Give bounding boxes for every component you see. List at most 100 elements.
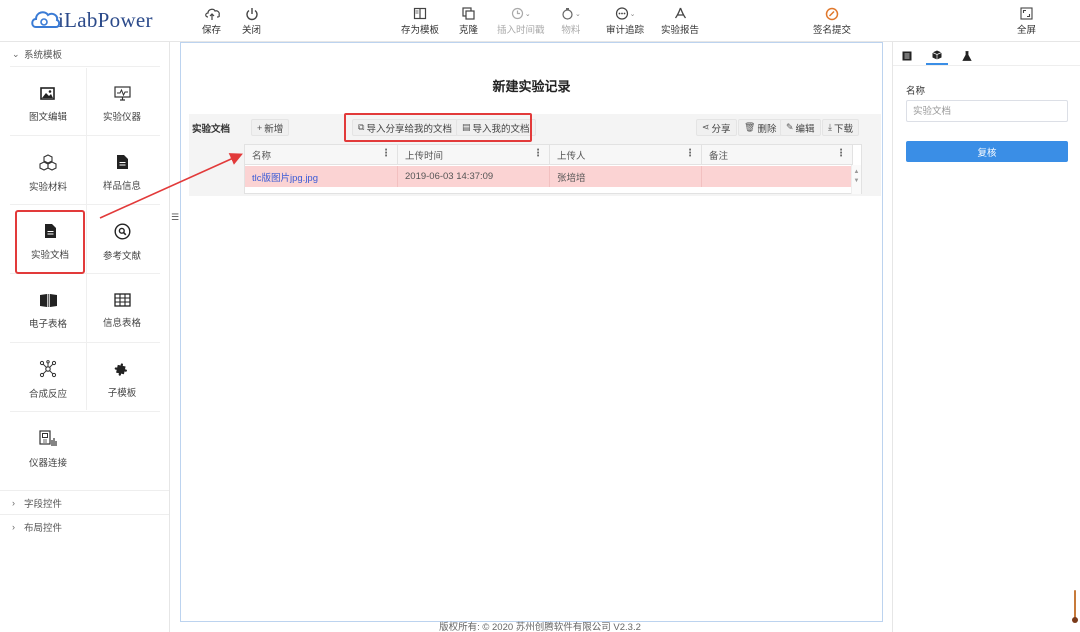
experiment-document-block: 实验文档 + 新增 ⧉ 导入分享给我的文档 ▤ 导入我的文档 ⋖ 分享 🗑 删除 ✎ 编辑 (189, 113, 881, 196)
tile-label: 样品信息 (102, 181, 141, 192)
audit-trail-button[interactable]: ⌄ 审计追踪 (606, 6, 644, 36)
cloud-upload-icon (204, 6, 220, 21)
tab-package[interactable] (926, 47, 948, 65)
fullscreen-button[interactable]: 全屏 (1017, 6, 1036, 36)
save-template-button[interactable]: 存为模板 (401, 6, 439, 36)
delete-label: 删除 (757, 123, 777, 135)
close-label: 关闭 (242, 25, 262, 36)
tile-label: 实验材料 (28, 181, 67, 193)
chevron-down-icon: ⌄ (12, 48, 20, 59)
template-grid: 图文编辑 实验仪器 实验材料 样品信息 实验文档 参考文献 电子表格 信息表格 … (0, 66, 169, 490)
expand-icon (1020, 6, 1033, 21)
table-row[interactable]: tlc版图片jpg.jpg 2019-06-03 14:37:09 张培培 (245, 166, 853, 187)
share-button[interactable]: ⋖ 分享 (696, 119, 737, 136)
system-templates-label: 系统模板 (24, 50, 63, 61)
column-title: 上传时间 (405, 151, 444, 162)
name-field-label: 名称 (906, 86, 926, 97)
system-templates-header[interactable]: ⌄ 系统模板 (0, 42, 169, 66)
tile-image-text[interactable]: 图文编辑 (13, 72, 83, 136)
tile-sub-template[interactable]: 子模板 (87, 348, 157, 412)
page-title: 新建实验记录 (492, 79, 571, 94)
save-button[interactable]: 保存 (202, 6, 221, 36)
app-logo: iLabPower (30, 5, 153, 35)
cell-note (702, 166, 853, 187)
review-button[interactable]: 复核 (906, 141, 1068, 162)
sign-submit-button[interactable]: 签名提交 (813, 6, 851, 36)
table-header: 名称 ⋮ 上传时间 ⋮ 上传人 ⋮ 备注 ⋮ (245, 145, 853, 165)
column-title: 名称 (252, 151, 272, 162)
chevron-down-icon: ⌄ (524, 10, 531, 18)
tile-sample-info[interactable]: 样品信息 (87, 141, 157, 205)
tile-label: 实验文档 (30, 250, 69, 261)
tile-spreadsheet[interactable]: 电子表格 (13, 279, 83, 343)
tile-experiment-document[interactable]: 实验文档 (15, 210, 85, 274)
tile-synthesis-reaction[interactable]: 合成反应 (13, 348, 83, 412)
tile-label: 仪器连接 (28, 457, 67, 469)
clone-label: 克隆 (459, 25, 479, 36)
instrument-monitor-icon (113, 85, 131, 101)
field-controls-header[interactable]: › 字段控件 (0, 490, 169, 514)
logo-cloud-icon (31, 11, 60, 28)
tile-instrument-link[interactable]: 仪器连接 (13, 417, 83, 481)
panel-collapse-handle[interactable]: ☰ (170, 212, 180, 224)
edit-label: 编辑 (795, 123, 815, 135)
column-menu-icon[interactable]: ⋮ (533, 148, 543, 159)
instrument-link-icon (38, 429, 57, 446)
info-list-icon (902, 51, 912, 61)
doc-toolbar: + 新增 ⧉ 导入分享给我的文档 ▤ 导入我的文档 ⋖ 分享 🗑 删除 ✎ 编辑 ⤓ 下载 (244, 113, 862, 142)
tile-label: 电子表格 (28, 318, 67, 330)
materials-button[interactable]: ⌄ 物料 (561, 6, 581, 36)
delete-button[interactable]: 🗑 删除 (738, 119, 783, 136)
field-controls-label: 字段控件 (24, 498, 63, 510)
audit-trail-label: 审计追踪 (606, 25, 645, 36)
reference-search-icon (113, 222, 131, 240)
column-title: 上传人 (557, 151, 586, 162)
download-button[interactable]: ⤓ 下载 (822, 119, 859, 136)
layout-controls-label: 布局控件 (24, 522, 63, 534)
close-button[interactable]: 关闭 (242, 6, 261, 36)
tile-references[interactable]: 参考文献 (87, 210, 157, 274)
layout-controls-header[interactable]: › 布局控件 (0, 514, 169, 538)
column-header-upload-time[interactable]: 上传时间 ⋮ (398, 145, 550, 165)
column-header-uploader[interactable]: 上传人 ⋮ (550, 145, 702, 165)
tile-label: 实验仪器 (102, 111, 141, 123)
top-toolbar: iLabPower 保存 关闭 存为模板 克隆 ⌄ 插入时间戳 ⌄ 物料 ⌄ 审… (0, 0, 1080, 42)
pdf-icon (674, 6, 687, 21)
name-field[interactable] (906, 100, 1068, 122)
chevron-down-icon: ⌄ (629, 10, 636, 18)
table-scrollbar[interactable]: ▲ ▼ (851, 165, 861, 194)
properties-tabs (893, 42, 1080, 66)
cell-file-name[interactable]: tlc版图片jpg.jpg (245, 166, 398, 187)
edit-button[interactable]: ✎ 编辑 (780, 119, 821, 136)
grid-divider (10, 66, 160, 67)
column-menu-icon[interactable]: ⋮ (685, 148, 695, 159)
tile-instrument[interactable]: 实验仪器 (87, 72, 157, 136)
report-button[interactable]: 实验报告 (661, 6, 699, 36)
column-title: 备注 (709, 151, 729, 162)
insert-timestamp-button[interactable]: ⌄ 插入时间戳 (497, 6, 545, 36)
column-menu-icon[interactable]: ⋮ (836, 148, 846, 159)
chevron-down-icon: ⌄ (575, 10, 581, 18)
more-circle-icon: ⌄ (615, 6, 636, 21)
tile-info-table[interactable]: 信息表格 (87, 279, 157, 343)
image-text-icon (40, 86, 55, 100)
molecule-icon (39, 360, 57, 378)
chevron-right-icon: › (12, 521, 15, 532)
copy-icon (462, 6, 475, 21)
clone-button[interactable]: 克隆 (459, 6, 478, 36)
column-header-note[interactable]: 备注 ⋮ (702, 145, 853, 165)
download-icon: ⤓ (828, 122, 832, 132)
column-menu-icon[interactable]: ⋮ (381, 148, 391, 159)
column-header-name[interactable]: 名称 ⋮ (245, 145, 398, 165)
thermometer-icon (1072, 590, 1078, 623)
add-doc-button[interactable]: + 新增 (251, 119, 290, 136)
document-icon (44, 224, 56, 238)
tab-flask[interactable] (956, 47, 978, 65)
report-label: 实验报告 (661, 25, 700, 36)
puzzle-icon (114, 363, 127, 376)
spreadsheet-book-icon (39, 293, 57, 307)
tile-materials[interactable]: 实验材料 (13, 141, 83, 205)
power-icon (245, 6, 259, 21)
tab-info[interactable] (896, 47, 918, 65)
document-table: 名称 ⋮ 上传时间 ⋮ 上传人 ⋮ 备注 ⋮ tlc版图片jpg.jpg 2019-06… (244, 144, 862, 194)
